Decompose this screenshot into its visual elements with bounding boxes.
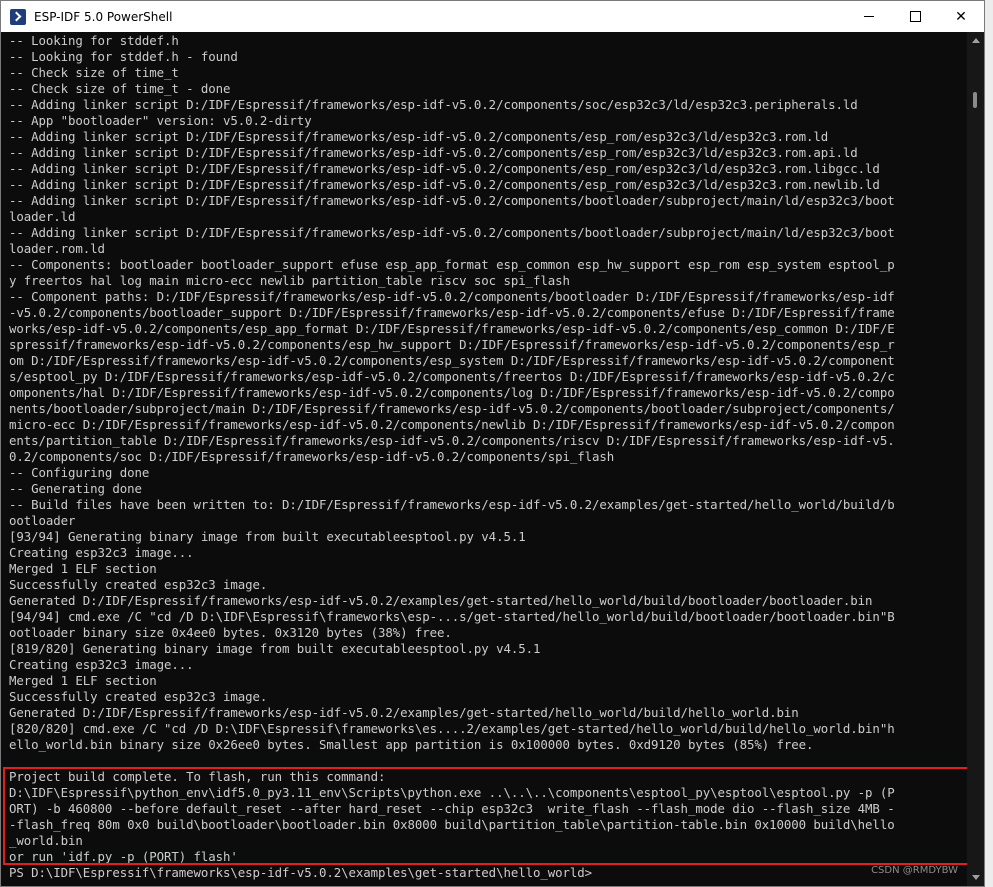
minimize-icon (864, 16, 874, 17)
terminal-line: -- Components: bootloader bootloader_sup… (9, 257, 895, 272)
scroll-up-arrow-icon[interactable] (972, 38, 980, 43)
terminal-line: -flash_freq 80m 0x0 build\bootloader\boo… (9, 817, 895, 832)
terminal-line: PS D:\IDF\Espressif\frameworks\esp-idf-v… (9, 865, 593, 880)
terminal-line: D:\IDF\Espressif\python_env\idf5.0_py3.1… (9, 785, 895, 800)
minimize-button[interactable] (846, 1, 892, 32)
terminal-line: loader.rom.ld (9, 241, 105, 256)
terminal-line: [820/820] cmd.exe /C "cd /D D:\IDF\Espre… (9, 721, 895, 736)
terminal-line: -- Generating done (9, 481, 142, 496)
terminal-line: Generated D:/IDF/Espressif/frameworks/es… (9, 705, 799, 720)
terminal-line: -- Adding linker script D:/IDF/Espressif… (9, 129, 829, 144)
terminal-line: -- Adding linker script D:/IDF/Espressif… (9, 193, 895, 208)
terminal-line: works/esp-idf-v5.0.2/components/esp_app_… (9, 321, 895, 336)
terminal-line: om D:/IDF/Espressif/frameworks/esp-idf-v… (9, 353, 895, 368)
terminal-line: loader.ld (9, 209, 76, 224)
terminal-line: omponents/hal D:/IDF/Espressif/framework… (9, 385, 895, 400)
terminal-line: [94/94] cmd.exe /C "cd /D D:\IDF\Espress… (9, 609, 895, 624)
terminal-line: ents/partition_table D:/IDF/Espressif/fr… (9, 433, 895, 448)
terminal-line: -- Configuring done (9, 465, 150, 480)
terminal-line: -- Looking for stddef.h - found (9, 49, 238, 64)
terminal-line: Merged 1 ELF section (9, 561, 157, 576)
powershell-window: ESP-IDF 5.0 PowerShell ✕ -- Looking for … (0, 0, 985, 887)
maximize-button[interactable] (892, 1, 938, 32)
terminal-line: Merged 1 ELF section (9, 673, 157, 688)
terminal-line: -- App "bootloader" version: v5.0.2-dirt… (9, 113, 312, 128)
window-controls: ✕ (846, 1, 984, 32)
maximize-icon (909, 11, 921, 22)
terminal-line: -- Adding linker script D:/IDF/Espressif… (9, 97, 858, 112)
terminal-line: -v5.0.2/components/bootloader_support D:… (9, 305, 895, 320)
terminal-line: ORT) -b 460800 --before default_reset --… (9, 801, 895, 816)
watermark: CSDN @RMDYBW (871, 865, 958, 876)
terminal-line: ootloader binary size 0x4ee0 bytes. 0x31… (9, 625, 452, 640)
terminal-line: Project build complete. To flash, run th… (9, 769, 386, 784)
terminal-line: [819/820] Generating binary image from b… (9, 641, 541, 656)
terminal-line: ello_world.bin binary size 0x26ee0 bytes… (9, 737, 814, 752)
terminal-line: s/esptool_py D:/IDF/Espressif/frameworks… (9, 369, 895, 384)
terminal-output[interactable]: -- Looking for stddef.h -- Looking for st… (1, 32, 967, 886)
scroll-down-arrow-icon[interactable] (972, 875, 980, 880)
scrollbar-thumb[interactable] (973, 92, 977, 108)
terminal-line: spressif/frameworks/esp-idf-v5.0.2/compo… (9, 337, 895, 352)
terminal-line: ootloader (9, 513, 76, 528)
terminal-line: 0.2/components/soc D:/IDF/Espressif/fram… (9, 449, 615, 464)
terminal-line: _world.bin (9, 833, 83, 848)
terminal-line: -- Adding linker script D:/IDF/Espressif… (9, 177, 880, 192)
terminal-line: or run 'idf.py -p (PORT) flash' (9, 849, 238, 864)
terminal-line: -- Check size of time_t - done (9, 81, 231, 96)
terminal-line: -- Looking for stddef.h (9, 33, 179, 48)
powershell-icon (10, 8, 26, 25)
background-window-edge (985, 0, 993, 887)
terminal-line: -- Build files have been written to: D:/… (9, 497, 895, 512)
window-title: ESP-IDF 5.0 PowerShell (34, 9, 173, 24)
terminal-line: -- Adding linker script D:/IDF/Espressif… (9, 225, 895, 240)
terminal-line: -- Adding linker script D:/IDF/Espressif… (9, 145, 858, 160)
terminal-line: Creating esp32c3 image... (9, 545, 194, 560)
terminal-line: Successfully created esp32c3 image. (9, 689, 268, 704)
terminal-line: -- Component paths: D:/IDF/Espressif/fra… (9, 289, 895, 304)
terminal-line: -- Check size of time_t (9, 65, 179, 80)
title-bar[interactable]: ESP-IDF 5.0 PowerShell ✕ (1, 1, 984, 32)
terminal-line: Generated D:/IDF/Espressif/frameworks/es… (9, 593, 873, 608)
terminal-line: [93/94] Generating binary image from bui… (9, 529, 526, 544)
terminal-line: micro-ecc D:/IDF/Espressif/frameworks/es… (9, 417, 895, 432)
vertical-scrollbar[interactable] (967, 32, 984, 886)
terminal-line: -- Adding linker script D:/IDF/Espressif… (9, 161, 880, 176)
close-button[interactable]: ✕ (938, 1, 984, 32)
terminal-line: nents/bootloader/subproject/main D:/IDF/… (9, 401, 895, 416)
terminal-line: y freertos hal log main micro-ecc newlib… (9, 273, 570, 288)
terminal-line: Successfully created esp32c3 image. (9, 577, 268, 592)
terminal-line: Creating esp32c3 image... (9, 657, 194, 672)
